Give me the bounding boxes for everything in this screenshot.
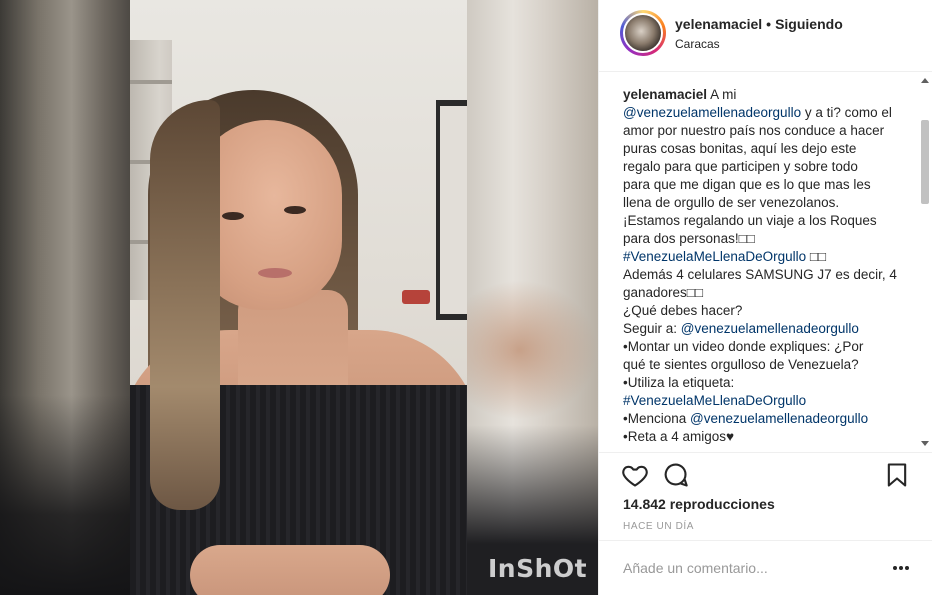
caption-text: •Utiliza la etiqueta: — [623, 375, 735, 390]
caption-text: amor por nuestro país nos conduce a hace… — [623, 123, 885, 138]
caption-text: regalo para que participen y sobre todo — [623, 159, 858, 174]
video-frame — [130, 0, 467, 595]
person-hair-front — [150, 100, 220, 510]
caption-line: •Montar un video donde expliques: ¿Por — [623, 338, 913, 356]
speech-bubble-icon — [664, 463, 688, 487]
header-separator: • — [766, 16, 772, 32]
post-panel: yelenamaciel • Siguiendo Caracas yelenamac… — [598, 0, 932, 595]
caption-line: amor por nuestro país nos conduce a hace… — [623, 122, 913, 140]
person-eye — [222, 212, 244, 220]
caption-line: ¡Estamos regalando un viaje a los Roques — [623, 212, 913, 230]
like-button[interactable] — [621, 461, 649, 489]
caption-text: •Menciona — [623, 411, 691, 426]
comment-input[interactable] — [623, 557, 883, 579]
caption-link[interactable]: @venezuelamellenadeorgullo — [623, 105, 801, 120]
person-eye — [284, 206, 306, 214]
scroll-up-arrow-icon[interactable] — [921, 78, 929, 83]
video-blur-left — [0, 0, 130, 595]
caption-text: •Montar un video donde expliques: ¿Por — [623, 339, 864, 354]
inshot-watermark: InShOt — [488, 554, 588, 583]
caption-line: •Reta a 4 amigos♥ — [623, 428, 913, 446]
comments-area[interactable]: yelenamaciel A mi @venezuelamellenadeorgu… — [599, 72, 932, 452]
post-caption: yelenamaciel A mi @venezuelamellenadeorgu… — [623, 86, 913, 446]
caption-line: para que me digan que es lo que mas les — [623, 176, 913, 194]
caption-text: qué te sientes orgulloso de Venezuela? — [623, 357, 859, 372]
caption-line: qué te sientes orgulloso de Venezuela? — [623, 356, 913, 374]
caption-text: para dos personas!□□ — [623, 231, 755, 246]
caption-text: para que me digan que es lo que mas les — [623, 177, 871, 192]
save-button[interactable] — [883, 461, 911, 489]
username-link[interactable]: yelenamaciel — [675, 16, 762, 32]
post-header: yelenamaciel • Siguiendo Caracas — [599, 0, 932, 72]
caption-text: •Reta a 4 amigos♥ — [623, 429, 735, 444]
add-comment-section — [599, 540, 932, 595]
caption-link[interactable]: #VenezuelaMeLlenaDeOrgullo — [623, 393, 806, 408]
dot — [905, 566, 909, 570]
caption-username-link[interactable]: yelenamaciel — [623, 87, 707, 102]
views-count[interactable]: 14.842 reproducciones — [623, 496, 775, 512]
dot — [899, 566, 903, 570]
location-link[interactable]: Caracas — [675, 37, 720, 51]
caption-text: y a ti? como el — [801, 105, 892, 120]
following-button[interactable]: Siguiendo — [775, 16, 843, 32]
heart-outline-icon — [622, 465, 648, 487]
caption-text: ¿Qué debes hacer? — [623, 303, 743, 318]
caption-line: Además 4 celulares SAMSUNG J7 es decir, … — [623, 266, 913, 284]
header-line: yelenamaciel • Siguiendo — [675, 16, 843, 32]
person-hands — [190, 545, 390, 595]
caption-line: @venezuelamellenadeorgullo y a ti? como … — [623, 104, 913, 122]
caption-link[interactable]: @venezuelamellenadeorgullo — [690, 411, 868, 426]
shelf-board — [130, 80, 172, 84]
comment-button[interactable] — [661, 461, 689, 489]
post-actions — [599, 452, 932, 496]
caption-line: regalo para que participen y sobre todo — [623, 158, 913, 176]
caption-text: llena de orgullo de ser venezolanos. — [623, 195, 840, 210]
avatar[interactable] — [623, 13, 663, 53]
caption-text: puras cosas bonitas, aquí les dejo este — [623, 141, 857, 156]
caption-text: Seguir a: — [623, 321, 681, 336]
caption-text: ganadores□□ — [623, 285, 704, 300]
caption-line: puras cosas bonitas, aquí les dejo este — [623, 140, 913, 158]
person-lips — [258, 268, 292, 278]
caption-link[interactable]: @venezuelamellenadeorgullo — [681, 321, 859, 336]
caption-text: A mi — [707, 87, 737, 102]
caption-text: ¡Estamos regalando un viaje a los Roques — [623, 213, 877, 228]
background-picture-frame — [436, 100, 467, 320]
caption-text: □□ — [806, 249, 827, 264]
caption-text: Además 4 celulares SAMSUNG J7 es decir, … — [623, 267, 897, 282]
caption-line: yelenamaciel A mi — [623, 86, 913, 104]
caption-line: ganadores□□ — [623, 284, 913, 302]
avatar-story-ring[interactable] — [620, 10, 666, 56]
caption-line: #VenezuelaMeLlenaDeOrgullo — [623, 392, 913, 410]
background-object — [402, 290, 430, 304]
caption-line: para dos personas!□□ — [623, 230, 913, 248]
video-blur-right — [467, 0, 598, 595]
bookmark-icon — [887, 463, 907, 487]
caption-line: •Utiliza la etiqueta: — [623, 374, 913, 392]
caption-line: #VenezuelaMeLlenaDeOrgullo □□ — [623, 248, 913, 266]
post-timestamp[interactable]: HACE UN DÍA — [623, 521, 694, 532]
scroll-down-arrow-icon[interactable] — [921, 441, 929, 446]
caption-line: Seguir a: @venezuelamellenadeorgullo — [623, 320, 913, 338]
scrollbar-thumb[interactable] — [921, 120, 929, 204]
caption-line: •Menciona @venezuelamellenadeorgullo — [623, 410, 913, 428]
dot — [893, 566, 897, 570]
caption-line: llena de orgullo de ser venezolanos. — [623, 194, 913, 212]
caption-link[interactable]: #VenezuelaMeLlenaDeOrgullo — [623, 249, 806, 264]
caption-line: ¿Qué debes hacer? — [623, 302, 913, 320]
video-player[interactable]: InShOt — [0, 0, 598, 595]
comments-scrollbar[interactable] — [919, 74, 931, 450]
more-options-button[interactable] — [891, 555, 915, 579]
picture-frame-inner — [440, 106, 467, 314]
